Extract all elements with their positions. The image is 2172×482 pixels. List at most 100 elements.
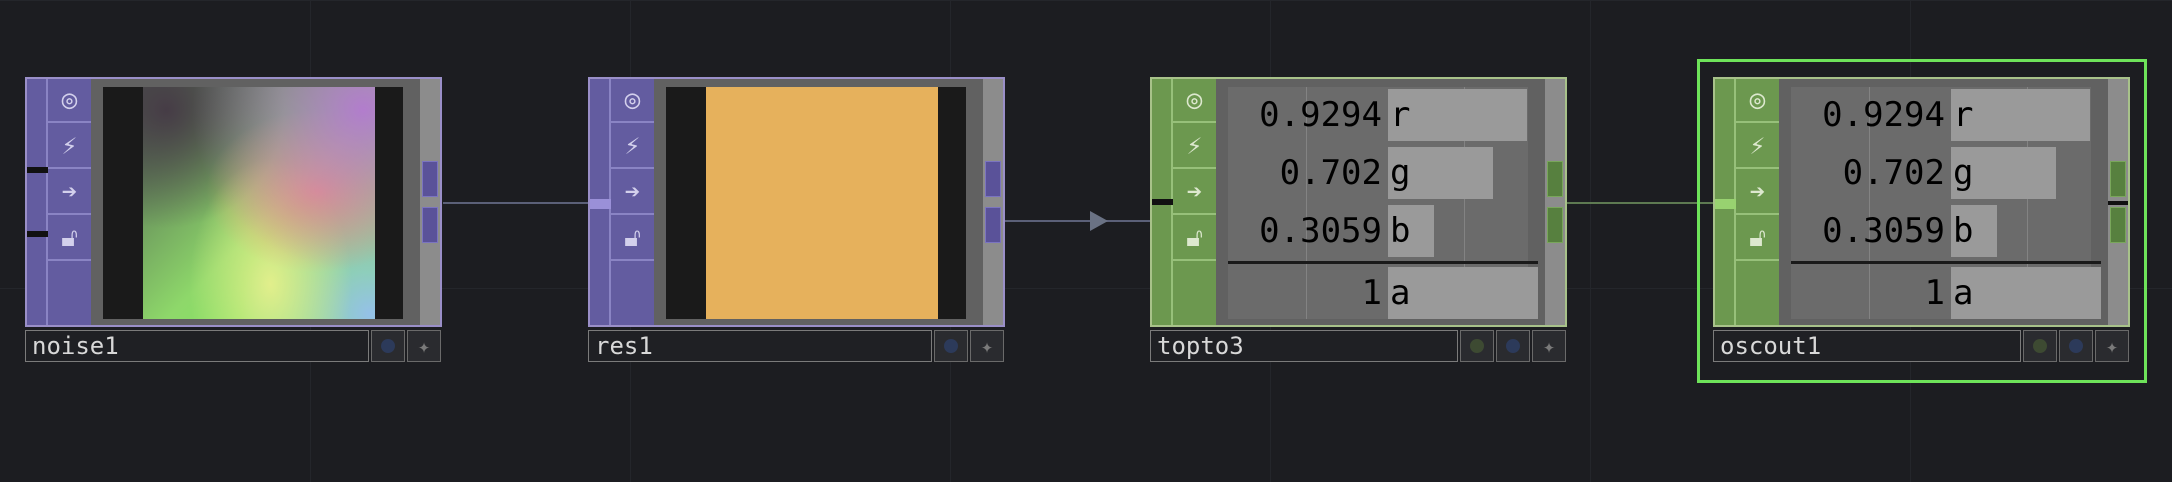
inlet-notch: [1152, 199, 1173, 205]
input-connector[interactable]: [590, 199, 611, 209]
inlet-notch: [27, 167, 48, 173]
node-name-label[interactable]: oscout1: [1713, 330, 2021, 362]
output-connector[interactable]: [422, 207, 438, 243]
pin-icon: ✦: [2105, 334, 2119, 358]
inlet-column: [27, 79, 48, 325]
channel-row-r: 0.9294 r: [1228, 87, 1538, 143]
viewer-flag[interactable]: [2059, 330, 2093, 362]
output-strip: [1545, 79, 1565, 325]
inlet-notch: [27, 231, 48, 237]
node-body[interactable]: ◎ ⚡ ➔ 🔓︎ 0.9294 r 0.702 g 0.3059 b 1 a: [1713, 77, 2130, 327]
output-strip: [2108, 79, 2128, 325]
pin-flag[interactable]: ✦: [1532, 330, 1566, 362]
node-body[interactable]: ◎ ⚡ ➔ 🔓︎ 0.9294 r 0.702 g 0.3059 b 1 a: [1150, 77, 1567, 327]
node-viewer[interactable]: [103, 87, 403, 319]
node-topto3[interactable]: ◎ ⚡ ➔ 🔓︎ 0.9294 r 0.702 g 0.3059 b 1 a topto3 ✦: [1150, 77, 1567, 367]
input-connector[interactable]: [1715, 199, 1736, 209]
pin-flag[interactable]: ✦: [407, 330, 441, 362]
bypass-arrow-icon[interactable]: ➔: [611, 171, 654, 215]
channel-row-b: 0.3059 b: [1791, 203, 2101, 259]
node-body[interactable]: ◎ ⚡ ➔ 🔓︎: [25, 77, 442, 327]
channel-row-r: 0.9294 r: [1791, 87, 2101, 143]
active-flag[interactable]: [1460, 330, 1494, 362]
channel-value: 0.9294: [1822, 95, 1945, 135]
node-viewer[interactable]: [666, 87, 966, 319]
node-oscout1[interactable]: ◎ ⚡ ➔ 🔓︎ 0.9294 r 0.702 g 0.3059 b 1 a oscout1 …: [1713, 77, 2130, 367]
channel-name: a: [1953, 273, 1974, 313]
channel-name: r: [1953, 95, 1974, 135]
solid-preview: [706, 87, 938, 319]
node-toolbar: ◎ ⚡ ➔ 🔓︎: [1715, 79, 1779, 325]
output-connector[interactable]: [985, 207, 1001, 243]
node-res1[interactable]: ◎ ⚡ ➔ 🔓︎ res1 ✦: [588, 77, 1005, 367]
output-connector[interactable]: [985, 161, 1001, 197]
channel-value: 0.9294: [1259, 95, 1382, 135]
channel-value: 0.702: [1279, 153, 1382, 193]
channel-name: r: [1390, 95, 1411, 135]
bypass-arrow-icon[interactable]: ➔: [1736, 171, 1779, 215]
wire-arrow-icon: [1090, 211, 1108, 231]
output-connector[interactable]: [2110, 161, 2126, 197]
lock-icon[interactable]: 🔓︎: [1173, 217, 1216, 261]
pin-flag[interactable]: ✦: [2095, 330, 2129, 362]
channel-value: 0.702: [1842, 153, 1945, 193]
viewer-toggle-icon[interactable]: ◎: [1736, 79, 1779, 123]
viewer-flag[interactable]: [371, 330, 405, 362]
lock-icon[interactable]: 🔓︎: [1736, 217, 1779, 261]
node-noise1[interactable]: ◎ ⚡ ➔ 🔓︎ noise1 ✦: [25, 77, 442, 367]
pin-icon: ✦: [1542, 334, 1556, 358]
pin-icon: ✦: [980, 334, 994, 358]
channel-value: 0.3059: [1259, 211, 1382, 251]
node-name-label[interactable]: res1: [588, 330, 932, 362]
channel-value: 1: [1924, 273, 1945, 313]
channel-row-g: 0.702 g: [1791, 145, 2101, 201]
output-strip: [983, 79, 1003, 325]
channel-row-a: 1a: [1228, 265, 1538, 321]
node-toolbar: ◎ ⚡ ➔ 🔓︎: [27, 79, 91, 325]
channel-row-a: 1a: [1791, 265, 2101, 321]
channel-name: a: [1390, 273, 1411, 313]
pin-icon: ✦: [417, 334, 431, 358]
channel-name: b: [1390, 211, 1411, 251]
cook-icon[interactable]: ⚡: [1173, 125, 1216, 169]
channel-viewer[interactable]: 0.9294 r 0.702 g 0.3059 b 1 a: [1791, 87, 2101, 319]
display-flag-dot: [944, 339, 958, 353]
cook-icon[interactable]: ⚡: [1736, 125, 1779, 169]
display-flag-dot: [1506, 339, 1520, 353]
alpha-separator: [1791, 261, 2101, 264]
viewer-flag[interactable]: [934, 330, 968, 362]
lock-icon[interactable]: 🔓︎: [611, 217, 654, 261]
channel-viewer[interactable]: 0.9294 r 0.702 g 0.3059 b 1 a: [1228, 87, 1538, 319]
channel-value: 1: [1361, 273, 1382, 313]
lock-icon[interactable]: 🔓︎: [48, 217, 91, 261]
node-name-label[interactable]: noise1: [25, 330, 369, 362]
channel-value: 0.3059: [1822, 211, 1945, 251]
output-connector[interactable]: [1547, 207, 1563, 243]
node-body[interactable]: ◎ ⚡ ➔ 🔓︎: [588, 77, 1005, 327]
noise-preview: [143, 87, 375, 319]
active-flag-dot: [1470, 339, 1484, 353]
channel-row-b: 0.3059 b: [1228, 203, 1538, 259]
viewer-toggle-icon[interactable]: ◎: [1173, 79, 1216, 123]
bypass-arrow-icon[interactable]: ➔: [48, 171, 91, 215]
output-connector[interactable]: [2110, 207, 2126, 243]
display-flag-dot: [2069, 339, 2083, 353]
node-toolbar: ◎ ⚡ ➔ 🔓︎: [1152, 79, 1216, 325]
viewer-toggle-icon[interactable]: ◎: [611, 79, 654, 123]
cook-icon[interactable]: ⚡: [611, 125, 654, 169]
output-connector[interactable]: [1547, 161, 1563, 197]
viewer-flag[interactable]: [1496, 330, 1530, 362]
node-name-label[interactable]: topto3: [1150, 330, 1458, 362]
pin-flag[interactable]: ✦: [970, 330, 1004, 362]
channel-name: g: [1390, 153, 1411, 193]
active-flag-dot: [2033, 339, 2047, 353]
active-flag[interactable]: [2023, 330, 2057, 362]
output-strip: [420, 79, 440, 325]
display-flag-dot: [381, 339, 395, 353]
viewer-toggle-icon[interactable]: ◎: [48, 79, 91, 123]
output-connector[interactable]: [422, 161, 438, 197]
channel-name: g: [1953, 153, 1974, 193]
channel-row-g: 0.702 g: [1228, 145, 1538, 201]
cook-icon[interactable]: ⚡: [48, 125, 91, 169]
bypass-arrow-icon[interactable]: ➔: [1173, 171, 1216, 215]
